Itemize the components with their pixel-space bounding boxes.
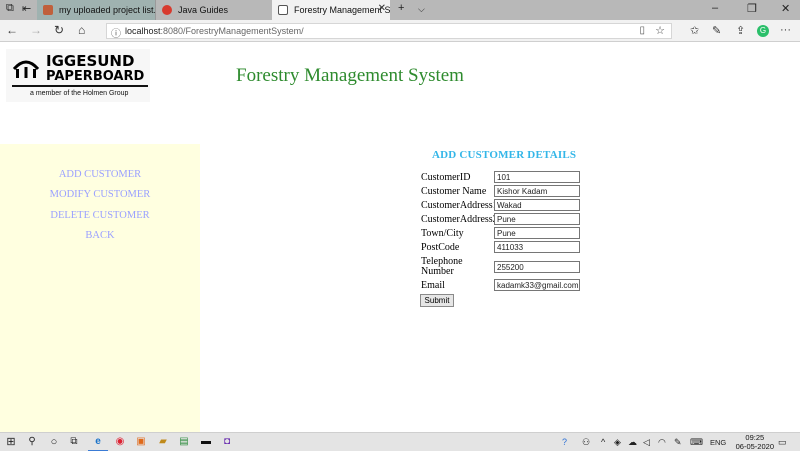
tab-java-guides[interactable]: Java Guides [155,0,271,20]
taskbar: ⊞ ⚲ ○ ⧉ e ◉ ▣ ▰ ▤ ▬ ◘ ? ⚇ ^ ◈ ☁ ◁ ◠ ✎ ⌨ … [0,432,800,451]
close-tab-icon[interactable]: ✕ [378,3,386,14]
file-explorer-icon[interactable]: ▰ [157,436,169,448]
share-icon[interactable]: ⇪ [736,24,745,37]
tab-title: Forestry Management S [294,5,390,15]
people-icon[interactable]: ⚇ [582,437,590,448]
tab-forestry-management[interactable]: Forestry Management S ✕ [272,0,390,20]
refresh-icon[interactable]: ↻ [54,23,64,37]
more-menu-icon[interactable]: ··· [780,24,791,36]
notifications-icon[interactable]: ▭ [778,437,787,448]
field-label-email: Email [421,280,445,291]
submit-button[interactable]: Submit [420,294,454,307]
tab-title: Java Guides [178,5,229,15]
logo-line-2: PAPERBOARD [46,69,145,84]
help-icon[interactable]: ? [562,437,567,447]
form-heading: ADD CUSTOMER DETAILS [432,149,577,161]
address-bar[interactable]: ⓘ localhost:8080/ForestryManagementSyste… [106,23,672,40]
logo-tagline: a member of the Holmen Group [30,90,129,97]
field-label-customer-id: CustomerID [421,172,471,183]
task-view-icon[interactable]: ⧉ [68,436,80,448]
restore-icon[interactable]: ❐ [747,2,757,15]
document-icon [43,5,53,15]
pen-icon[interactable]: ✎ [712,24,721,37]
terminal-icon[interactable]: ▬ [200,436,212,448]
keyboard-icon[interactable]: ⌨ [690,437,703,448]
clock-date: 06-05-2020 [735,442,774,451]
sidebar: ADD CUSTOMER MODIFY CUSTOMER DELETE CUST… [0,144,200,432]
tab-back-icon[interactable]: ⇤ [22,2,31,15]
favorites-list-icon[interactable]: ✩ [690,24,699,37]
search-icon[interactable]: ⚲ [26,436,38,448]
grammarly-icon[interactable]: G [757,25,769,37]
page-title: Forestry Management System [236,65,464,86]
close-window-icon[interactable]: ✕ [781,2,790,15]
windows-start-icon[interactable]: ⊞ [5,436,17,448]
forward-arrow-icon[interactable]: → [30,23,42,37]
field-label-telephone: Telephone Number [421,256,463,277]
url-text[interactable]: localhost:8080/ForestryManagementSystem/ [125,26,304,36]
favorite-star-icon[interactable]: ☆ [655,24,665,37]
sidebar-item-back[interactable]: BACK [0,230,200,241]
onedrive-icon[interactable]: ☁ [628,437,637,448]
chevron-up-icon[interactable]: ^ [601,437,605,447]
logo-line-1: IGGESUND [46,52,135,70]
minimize-icon[interactable]: – [712,2,718,14]
navigation-bar: ← → ↻ ⌂ ⓘ localhost:8080/ForestryManagem… [0,20,800,42]
field-label-address-2: CustomerAddress2 [421,214,498,225]
email-input[interactable] [494,279,580,291]
customer-name-input[interactable] [494,185,580,197]
language-indicator[interactable]: ENG [710,438,726,447]
telephone-input[interactable] [494,261,580,273]
app-icon[interactable]: ▣ [135,436,147,448]
notepad-icon[interactable]: ▤ [178,436,190,448]
sidebar-item-delete-customer[interactable]: DELETE CUSTOMER [0,210,200,221]
clock-time: 09:25 [745,433,765,442]
app-purple-icon[interactable]: ◘ [221,436,233,448]
info-icon[interactable]: ⓘ [111,25,121,40]
dropbox-icon[interactable]: ◈ [614,437,621,448]
customer-id-input[interactable] [494,171,580,183]
town-city-input[interactable] [494,227,580,239]
home-icon[interactable]: ⌂ [78,23,85,37]
page-content: IGGESUND PAPERBOARD a member of the Holm… [0,43,800,432]
edge-icon[interactable]: e [92,436,104,448]
page-icon [278,5,288,15]
new-tab-icon[interactable]: + [398,2,404,14]
cortana-icon[interactable]: ○ [48,436,60,448]
logo: IGGESUND PAPERBOARD a member of the Holm… [6,49,150,102]
sidebar-item-modify-customer[interactable]: MODIFY CUSTOMER [0,189,200,200]
tab-project-list[interactable]: my uploaded project list.do [37,0,155,20]
address-2-input[interactable] [494,213,580,225]
java-guides-icon [162,5,172,15]
sidebar-item-add-customer[interactable]: ADD CUSTOMER [0,169,200,180]
logo-mark-icon [12,60,40,78]
back-arrow-icon[interactable]: ← [6,23,18,37]
logo-rule [12,85,148,87]
field-label-town-city: Town/City [421,228,464,239]
pen-workspace-icon[interactable]: ✎ [674,437,682,448]
field-label-customer-name: Customer Name [421,186,487,197]
chrome-icon[interactable]: ◉ [114,436,126,448]
address-1-input[interactable] [494,199,580,211]
volume-icon[interactable]: ◁ [643,437,650,448]
tab-strip: ⧉ ⇤ my uploaded project list.do Java Gui… [0,0,800,20]
clock[interactable]: 09:25 06-05-2020 [736,433,774,451]
field-label-address-1: CustomerAddress1 [421,200,498,211]
wifi-icon[interactable]: ◠ [658,437,666,448]
tab-actions-icon[interactable]: ⧉ [6,2,14,15]
chevron-down-icon[interactable]: ⌵ [418,4,425,15]
reading-view-icon[interactable]: ▯ [639,25,645,36]
tab-title: my uploaded project list.do [59,5,155,15]
postcode-input[interactable] [494,241,580,253]
field-label-postcode: PostCode [421,242,460,253]
